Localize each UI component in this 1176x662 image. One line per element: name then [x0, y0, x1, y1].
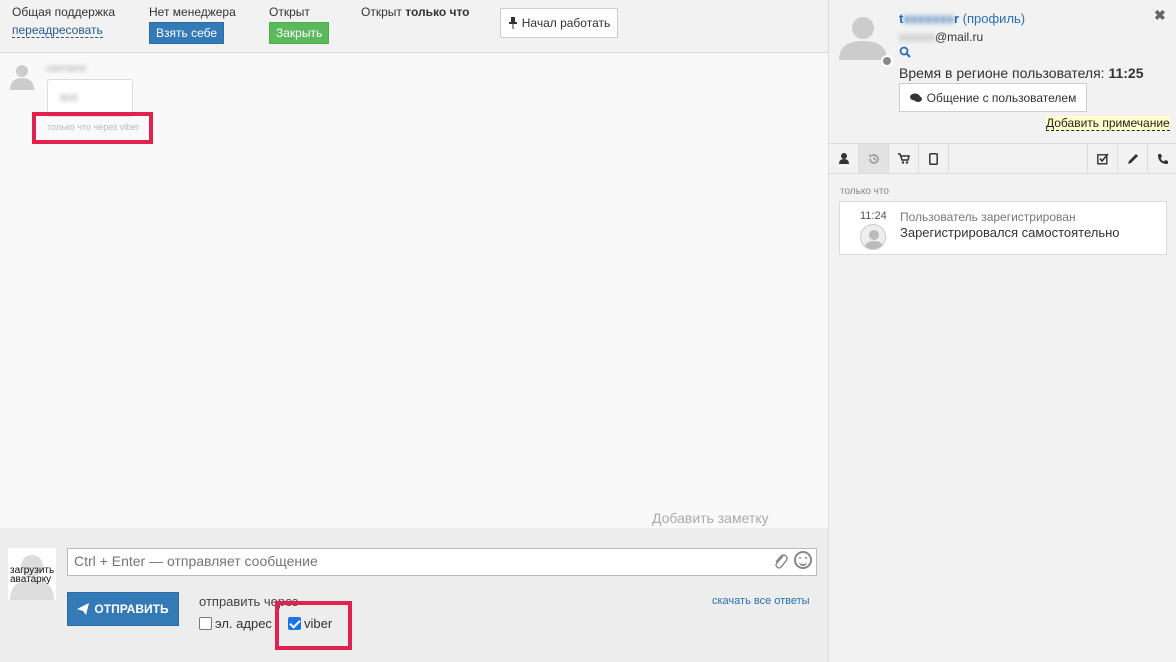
email-channel-label: эл. адрес	[215, 616, 272, 631]
region-time: Время в регионе пользователя: 11:25	[899, 65, 1144, 81]
pin-icon	[508, 17, 517, 29]
checkbox-icon	[1096, 152, 1109, 164]
user-name-end[interactable]: r	[954, 11, 959, 26]
history-entry-avatar	[860, 224, 886, 250]
close-icon[interactable]: ✖	[1154, 7, 1166, 24]
user-email-domain: @mail.ru	[935, 30, 984, 44]
paper-plane-icon	[77, 603, 90, 615]
user-sidebar: txxxxxxxr (профиль) xxxxxx@mail.ru Время…	[828, 0, 1176, 662]
tab-devices[interactable]	[919, 144, 949, 173]
cart-icon	[897, 153, 910, 164]
close-ticket-button[interactable]: Закрыть	[269, 22, 330, 44]
sender-avatar	[10, 65, 34, 90]
history-icon	[868, 153, 879, 164]
conversation-pane: Общая поддержка переадресовать Нет менед…	[0, 0, 828, 662]
history-time-label: только что	[840, 186, 889, 197]
channel-email[interactable]: эл. адрес	[199, 616, 272, 631]
message-sender: username	[46, 63, 87, 73]
history-entry: 11:24 Пользователь зарегистрирован Зарег…	[839, 201, 1167, 255]
manager-label: Нет менеджера	[149, 5, 236, 19]
user-email: xxxxxx@mail.ru	[899, 30, 983, 44]
status-indicator	[881, 55, 893, 67]
user-name-row: txxxxxxxr (профиль)	[899, 11, 1025, 26]
message-meta: только что через viber	[32, 112, 153, 144]
send-button[interactable]: ОТПРАВИТЬ	[67, 592, 179, 626]
tab-calls[interactable]	[1147, 144, 1176, 173]
tab-tasks[interactable]	[1087, 144, 1117, 173]
chat-with-user-label: Общение с пользователем	[926, 90, 1077, 105]
tab-history[interactable]	[859, 144, 889, 173]
opened-when: только что	[405, 5, 470, 19]
upload-avatar[interactable]: загрузить аватарку	[8, 548, 56, 600]
region-time-value: 11:25	[1108, 65, 1144, 81]
status-block: Открыт Закрыть	[269, 5, 330, 44]
ticket-toolbar: Общая поддержка переадресовать Нет менед…	[0, 0, 828, 53]
comments-icon	[909, 93, 922, 102]
redirect-link[interactable]: переадресовать	[12, 23, 103, 38]
history-entry-description: Зарегистрировался самостоятельно	[900, 225, 1120, 240]
profile-link[interactable]: (профиль)	[963, 11, 1025, 26]
tablet-icon	[929, 152, 938, 165]
chat-with-user-button[interactable]: Общение с пользователем	[899, 83, 1087, 112]
history-entry-event: Пользователь зарегистрирован	[900, 210, 1076, 224]
attach-icon[interactable]	[772, 552, 788, 570]
search-icon[interactable]	[899, 46, 911, 58]
send-label: ОТПРАВИТЬ	[94, 602, 169, 616]
emoji-icon[interactable]	[794, 551, 812, 569]
start-work-button[interactable]: Начал работать	[500, 8, 618, 38]
download-all-link[interactable]: скачать все ответы	[712, 595, 810, 607]
region-time-label: Время в регионе пользователя:	[899, 65, 1105, 81]
history-entry-time: 11:24	[860, 210, 887, 222]
pencil-icon	[1127, 153, 1138, 164]
tab-orders[interactable]	[889, 144, 919, 173]
tab-notes[interactable]	[1117, 144, 1147, 173]
user-name-hidden[interactable]: xxxxxxx	[903, 11, 954, 26]
message-area[interactable]: username text только что через viber Доб…	[0, 54, 828, 528]
message-text: text	[60, 92, 78, 104]
start-work-label: Начал работать	[521, 16, 611, 30]
status-label: Открыт	[269, 5, 310, 19]
user-email-hidden: xxxxxx	[899, 30, 935, 44]
take-button[interactable]: Взять себе	[149, 22, 225, 44]
message-input[interactable]	[67, 548, 817, 576]
sidebar-tabs	[829, 143, 1176, 174]
viber-highlight	[275, 601, 352, 650]
user-avatar	[839, 17, 887, 60]
person-icon	[864, 230, 884, 249]
queue-label: Общая поддержка	[12, 5, 116, 19]
email-checkbox[interactable]	[199, 617, 212, 630]
opened-prefix: Открыт	[361, 5, 402, 19]
add-remark-link[interactable]: Добавить примечание	[1046, 116, 1170, 131]
upload-avatar-label: загрузить аватарку	[10, 565, 55, 585]
user-icon	[838, 153, 849, 164]
tab-user[interactable]	[829, 144, 859, 173]
phone-icon	[1157, 153, 1168, 164]
compose-area: загрузить аватарку ОТПРАВИТЬ отправить ч…	[0, 528, 828, 662]
opened-info: Открыт только что	[361, 5, 470, 19]
queue-block: Общая поддержка переадресовать	[12, 5, 115, 38]
add-note-link[interactable]: Добавить заметку	[652, 510, 769, 526]
manager-block: Нет менеджера Взять себе	[149, 5, 236, 44]
